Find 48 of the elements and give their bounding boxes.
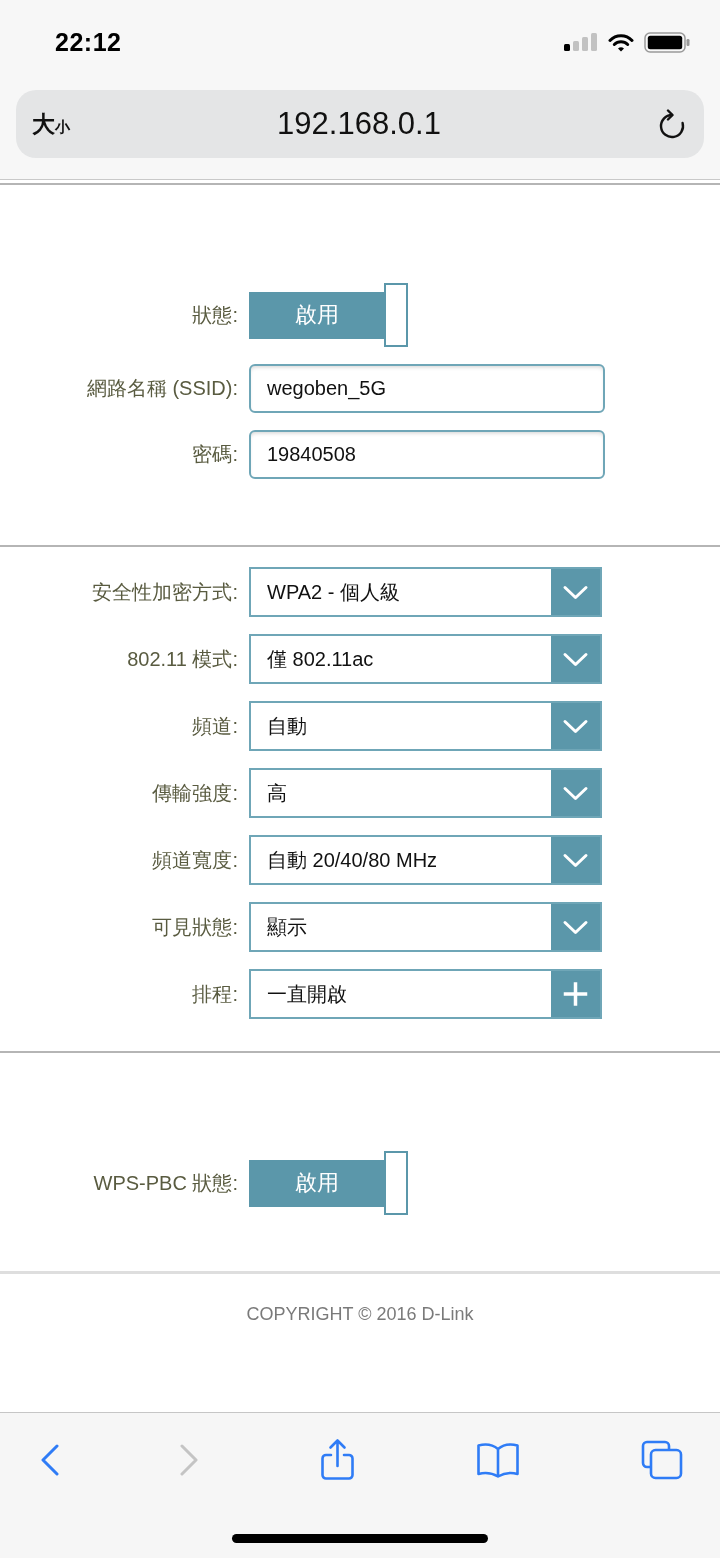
chevron-down-icon	[551, 770, 600, 816]
field-label: WPS-PBC 狀態:	[92, 1170, 238, 1196]
field-label: 傳輸強度:	[151, 780, 238, 806]
reload-icon	[658, 108, 686, 140]
share-button[interactable]	[319, 1438, 355, 1481]
tabs-button[interactable]	[641, 1439, 683, 1480]
field-label: 網路名稱 (SSID):	[85, 376, 238, 401]
back-button[interactable]	[41, 1443, 59, 1476]
dropdown-field[interactable]: 自動 20/40/80 MHz	[249, 835, 602, 885]
signal-icon	[564, 33, 598, 51]
switch-thumb[interactable]	[384, 283, 408, 347]
text-field[interactable]: wegoben_5G	[249, 364, 605, 413]
wifi-icon	[608, 32, 634, 52]
field-label: 可見狀態:	[151, 914, 238, 940]
book-icon	[475, 1441, 520, 1478]
field-label: 頻道寬度:	[151, 847, 238, 873]
chevron-down-icon	[551, 904, 600, 950]
plus-icon[interactable]	[551, 971, 600, 1017]
chevron-down-icon	[551, 636, 600, 682]
bookmarks-button[interactable]	[475, 1441, 520, 1478]
field-label: 安全性加密方式:	[91, 579, 238, 605]
address-bar[interactable]: 大小 192.168.0.1	[16, 90, 704, 158]
schedule-field[interactable]: 一直開啟	[249, 969, 602, 1019]
dropdown-field[interactable]: 顯示	[249, 902, 602, 952]
field-label: 802.11 模式:	[126, 646, 238, 672]
text-field[interactable]: 19840508	[249, 430, 605, 479]
field-label: 排程:	[191, 981, 238, 1007]
dropdown-field[interactable]: WPA2 - 個人級	[249, 567, 602, 617]
share-icon	[319, 1438, 355, 1481]
chevron-right-icon	[180, 1443, 199, 1476]
url-text: 192.168.0.1	[277, 106, 441, 142]
chevron-down-icon	[551, 703, 600, 749]
chevron-down-icon	[551, 837, 600, 883]
status-time: 22:12	[55, 27, 122, 57]
field-label: 密碼:	[191, 442, 238, 467]
chevron-down-icon	[551, 569, 600, 615]
dropdown-field[interactable]: 僅 802.11ac	[249, 634, 602, 684]
chevron-left-icon	[41, 1443, 59, 1476]
dropdown-field[interactable]: 高	[249, 768, 602, 818]
text-size-button[interactable]: 大小	[32, 108, 70, 140]
battery-icon	[644, 31, 690, 53]
switch-thumb[interactable]	[384, 1151, 408, 1215]
field-label: 頻道:	[191, 713, 238, 739]
reload-button[interactable]	[658, 108, 686, 140]
field-label: 狀態:	[191, 302, 238, 328]
copyright-text: COPYRIGHT © 2016 D-Link	[246, 1304, 474, 1325]
dropdown-field[interactable]: 自動	[249, 701, 602, 751]
squares-icon	[641, 1439, 683, 1480]
